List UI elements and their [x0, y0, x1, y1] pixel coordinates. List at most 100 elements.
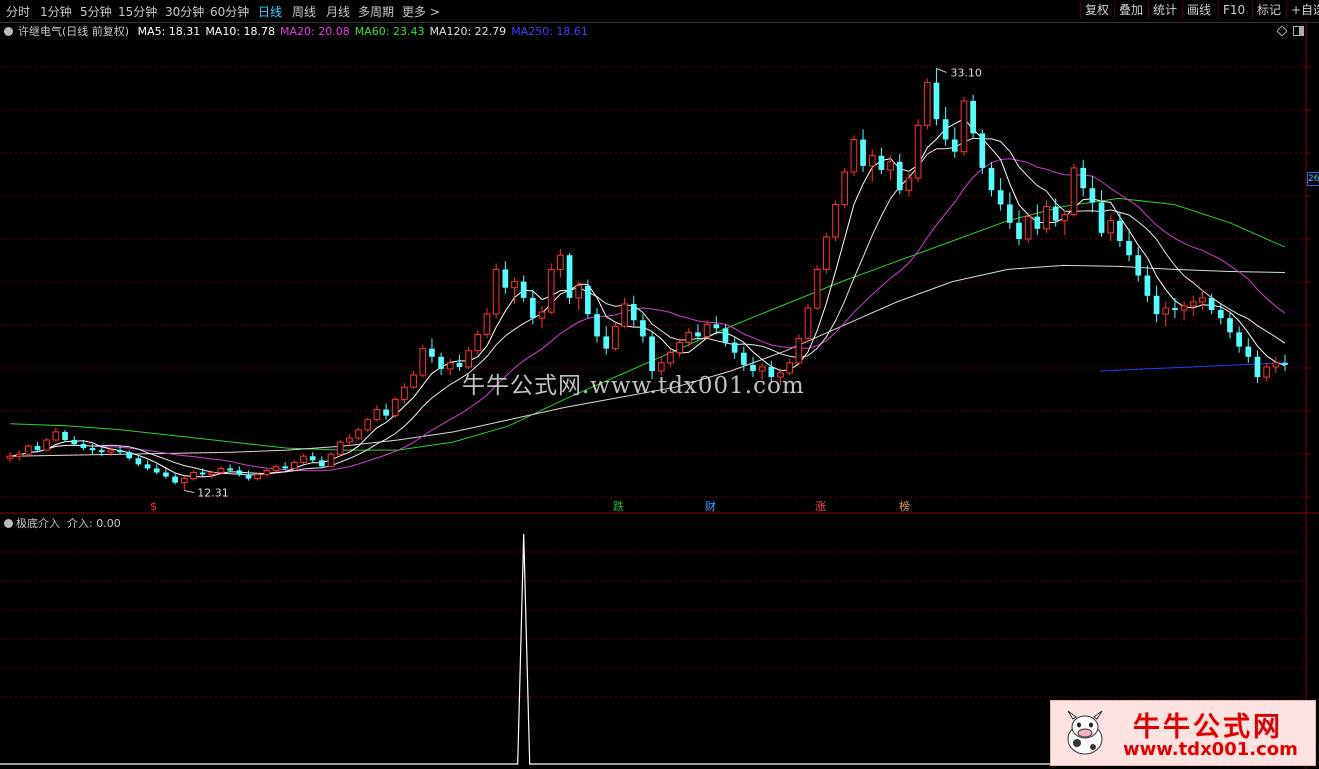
candle	[245, 470, 252, 481]
candle	[1236, 326, 1242, 353]
toolbar-button-1[interactable]: 叠加	[1114, 2, 1147, 19]
candle	[346, 433, 353, 447]
candle	[878, 147, 885, 175]
candle	[135, 456, 142, 467]
period-tab-9[interactable]: 多周期	[358, 3, 394, 20]
candle	[1107, 214, 1115, 242]
candle	[594, 308, 600, 343]
candle	[1227, 312, 1233, 339]
candle	[429, 338, 435, 363]
candle	[850, 135, 858, 177]
candle	[860, 129, 866, 172]
high-label: 33.10	[950, 66, 982, 79]
period-tab-5[interactable]: 60分钟	[210, 3, 249, 20]
candlestick-chart[interactable]: 33.10 12.31	[0, 22, 1319, 514]
candle	[180, 476, 188, 491]
candle	[1272, 356, 1280, 373]
toolbar-button-2[interactable]: 统计	[1148, 2, 1181, 19]
candle	[621, 297, 628, 329]
candle	[1070, 163, 1078, 217]
candle	[446, 358, 454, 376]
candle	[832, 200, 839, 242]
candle	[547, 263, 555, 315]
candle	[1098, 190, 1105, 237]
candle	[1089, 176, 1096, 213]
candle	[703, 320, 711, 339]
candle	[144, 460, 151, 471]
cow-mascot-icon	[1067, 710, 1103, 755]
candle	[1199, 289, 1206, 311]
event-marker-0[interactable]: $	[149, 500, 158, 513]
candle	[970, 94, 976, 138]
period-tab-2[interactable]: 5分钟	[80, 3, 112, 20]
high-pointer	[936, 67, 947, 73]
event-marker-3[interactable]: 涨	[814, 500, 827, 513]
period-tab-10[interactable]: 更多 >	[402, 3, 440, 20]
candle	[1144, 265, 1151, 302]
candle	[300, 454, 307, 465]
candle	[640, 314, 646, 343]
ma-line-ma60	[9, 197, 1286, 451]
candle	[236, 466, 243, 477]
candle	[1024, 212, 1032, 244]
event-marker-2[interactable]: 财	[704, 500, 717, 513]
candle	[1016, 210, 1022, 246]
candle	[419, 344, 427, 378]
toolbar-button-4[interactable]: F10	[1218, 2, 1249, 19]
toolbar-button-6[interactable]: +自选	[1286, 2, 1319, 19]
candle	[1263, 362, 1270, 382]
event-marker-1[interactable]: 跌	[612, 500, 625, 513]
period-tab-4[interactable]: 30分钟	[165, 3, 204, 20]
toolbar-button-0[interactable]: 复权	[1080, 2, 1113, 19]
candle	[153, 464, 160, 475]
candle	[1208, 293, 1215, 315]
candle	[263, 468, 271, 477]
candle	[630, 295, 637, 327]
candle	[795, 334, 803, 365]
candle	[1162, 301, 1170, 327]
period-tab-3[interactable]: 15分钟	[118, 3, 157, 20]
candle	[364, 417, 372, 432]
toolbar-button-5[interactable]: 标记	[1252, 2, 1285, 19]
candle	[1006, 192, 1013, 229]
period-tab-6[interactable]: 日线	[258, 3, 282, 20]
candle	[474, 330, 482, 355]
period-tab-8[interactable]: 月线	[326, 3, 350, 20]
candle	[355, 427, 362, 440]
period-tab-7[interactable]: 周线	[292, 3, 316, 20]
candle	[52, 427, 60, 443]
candle	[914, 119, 922, 183]
candle	[272, 464, 280, 473]
candle	[492, 263, 500, 319]
period-tab-1[interactable]: 1分钟	[40, 3, 72, 20]
candle	[71, 435, 78, 447]
candle	[163, 468, 169, 479]
candle	[979, 129, 986, 175]
candle	[566, 253, 573, 304]
candle	[502, 261, 509, 294]
candle	[933, 68, 940, 126]
candle	[1117, 212, 1123, 248]
candle	[438, 352, 444, 376]
candle	[383, 403, 389, 420]
low-label: 12.31	[197, 487, 229, 500]
candle	[483, 308, 491, 339]
candle	[603, 326, 610, 355]
event-marker-4[interactable]: 榜	[898, 500, 911, 513]
candle	[62, 429, 68, 443]
candle	[34, 442, 41, 453]
candle	[1217, 303, 1224, 325]
candle	[1043, 200, 1050, 233]
candle	[190, 470, 197, 481]
candle	[1034, 204, 1041, 235]
candle	[391, 397, 399, 418]
candle	[1180, 301, 1188, 321]
candle	[896, 153, 903, 195]
toolbar-button-3[interactable]: 画线	[1182, 2, 1215, 19]
candle	[997, 178, 1004, 211]
candle	[319, 456, 325, 469]
candle	[923, 78, 931, 130]
candle	[557, 249, 564, 278]
watermark-text: 牛牛公式网.www.tdx001.com	[462, 373, 805, 399]
period-tab-0[interactable]: 分时	[6, 3, 30, 20]
